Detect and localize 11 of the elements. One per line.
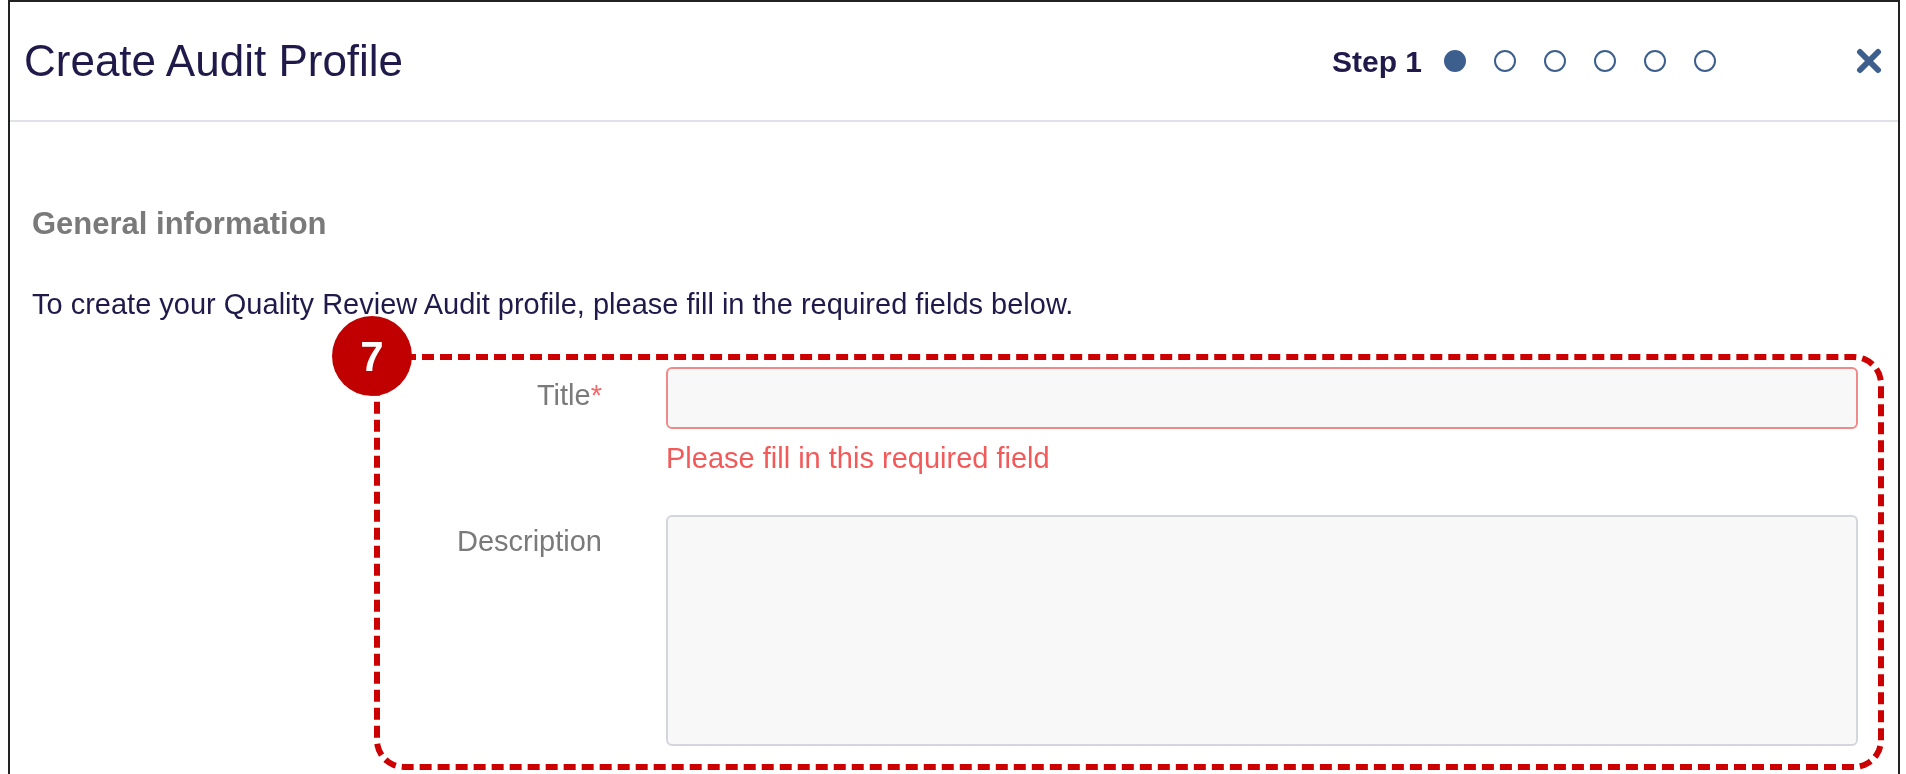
- dialog-title: Create Audit Profile: [24, 35, 404, 87]
- title-input[interactable]: [666, 367, 1858, 429]
- step-number-badge: 7: [332, 316, 412, 396]
- section-heading: General information: [32, 206, 328, 242]
- field-label: Title: [537, 378, 591, 413]
- step-label: Step 1: [1331, 43, 1422, 80]
- close-icon[interactable]: [1856, 48, 1882, 74]
- error-message: Please fill in this required field: [666, 441, 1051, 475]
- description-textarea[interactable]: [666, 515, 1858, 746]
- required-mark: *: [590, 378, 602, 413]
- field-label: Description: [456, 524, 602, 559]
